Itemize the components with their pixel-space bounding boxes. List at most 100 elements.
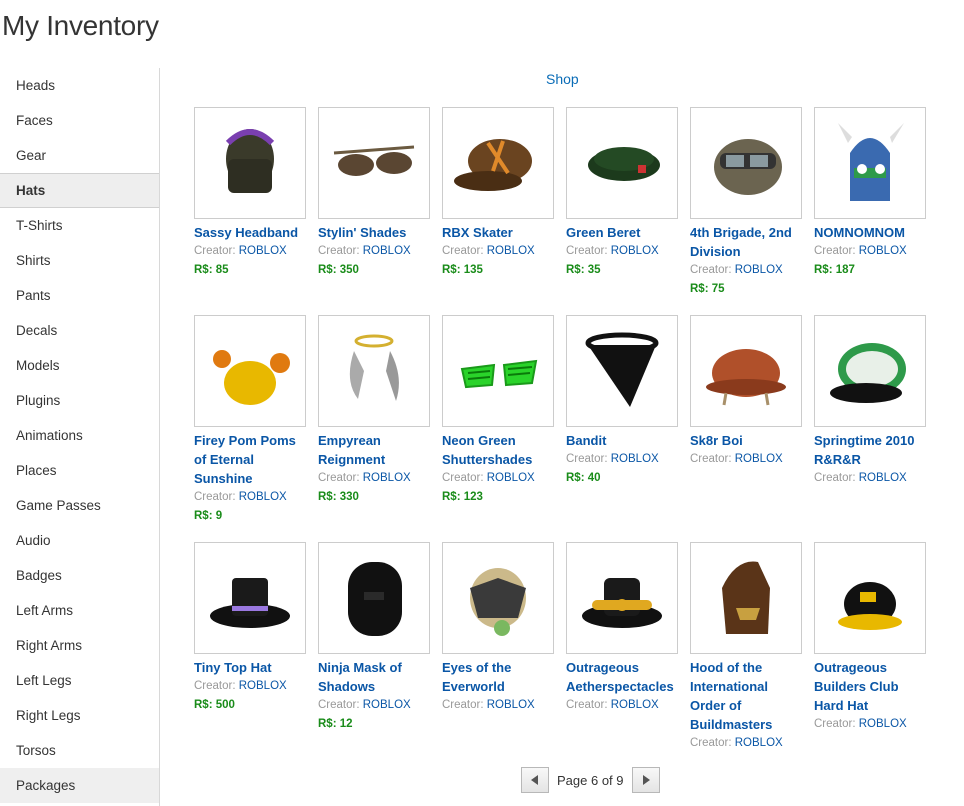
hard-hat-icon xyxy=(838,582,902,630)
sunglasses-icon xyxy=(333,145,415,176)
creator-label: Creator: xyxy=(566,699,608,711)
creator-link[interactable]: ROBLOX xyxy=(611,245,659,257)
inventory-item: Firey Pom Poms of Eternal Sunshine Creato… xyxy=(194,315,306,526)
item-name-link[interactable]: Bandit xyxy=(566,431,678,450)
sidebar-item-left-arms[interactable]: Left Arms xyxy=(0,593,159,628)
shop-link[interactable]: Shop xyxy=(546,71,579,87)
pagination: Page 6 of 9 xyxy=(521,766,660,794)
item-thumbnail[interactable] xyxy=(814,315,926,427)
creator-link[interactable]: ROBLOX xyxy=(239,245,287,257)
mech-helmet-icon xyxy=(470,568,526,636)
inventory-item: Eyes of the Everworld Creator: ROBLOX xyxy=(442,542,554,715)
item-name-link[interactable]: Stylin' Shades xyxy=(318,223,430,242)
item-thumbnail[interactable] xyxy=(194,542,306,654)
creator-label: Creator: xyxy=(318,472,360,484)
item-name-link[interactable]: Sk8r Boi xyxy=(690,431,802,450)
item-name-link[interactable]: Outrageous Builders Club Hard Hat xyxy=(814,658,926,715)
item-name-link[interactable]: Green Beret xyxy=(566,223,678,242)
item-thumbnail[interactable] xyxy=(566,542,678,654)
creator-link[interactable]: ROBLOX xyxy=(859,245,907,257)
sidebar-item-packages[interactable]: Packages xyxy=(0,768,159,803)
item-creator: Creator: ROBLOX xyxy=(194,677,306,696)
sidebar-item-decals[interactable]: Decals xyxy=(0,313,159,348)
item-thumbnail[interactable] xyxy=(194,107,306,219)
sidebar-item-hats[interactable]: Hats xyxy=(0,173,159,208)
sidebar-item-right-legs[interactable]: Right Legs xyxy=(0,698,159,733)
item-name-link[interactable]: Springtime 2010 R&R&R xyxy=(814,431,926,469)
creator-link[interactable]: ROBLOX xyxy=(859,718,907,730)
sidebar-item-t-shirts[interactable]: T-Shirts xyxy=(0,208,159,243)
item-price: R$: 500 xyxy=(194,699,235,711)
creator-link[interactable]: ROBLOX xyxy=(859,472,907,484)
item-name-link[interactable]: Ninja Mask of Shadows xyxy=(318,658,430,696)
sidebar-item-faces[interactable]: Faces xyxy=(0,103,159,138)
sidebar-item-torsos[interactable]: Torsos xyxy=(0,733,159,768)
item-thumbnail[interactable] xyxy=(318,315,430,427)
creator-link[interactable]: ROBLOX xyxy=(239,680,287,692)
sidebar-item-gear[interactable]: Gear xyxy=(0,138,159,173)
sidebar-item-badges[interactable]: Badges xyxy=(0,558,159,593)
item-name-link[interactable]: NOMNOMNOM xyxy=(814,223,926,242)
creator-link[interactable]: ROBLOX xyxy=(487,245,535,257)
item-thumbnail[interactable] xyxy=(318,542,430,654)
sidebar-item-plugins[interactable]: Plugins xyxy=(0,383,159,418)
item-price: R$: 135 xyxy=(442,264,483,276)
item-name-link[interactable]: Empyrean Reignment xyxy=(318,431,430,469)
inventory-item: Stylin' Shades Creator: ROBLOX R$: 350 xyxy=(318,107,430,280)
item-thumbnail[interactable] xyxy=(814,542,926,654)
creator-link[interactable]: ROBLOX xyxy=(611,453,659,465)
item-name-link[interactable]: Tiny Top Hat xyxy=(194,658,306,677)
item-thumbnail[interactable] xyxy=(566,107,678,219)
creator-link[interactable]: ROBLOX xyxy=(487,699,535,711)
item-thumbnail[interactable] xyxy=(442,315,554,427)
sidebar-item-right-arms[interactable]: Right Arms xyxy=(0,628,159,663)
sidebar-item-places[interactable]: Places xyxy=(0,453,159,488)
item-creator: Creator: ROBLOX xyxy=(814,715,926,734)
category-sidebar: Heads Faces Gear Hats T-Shirts Shirts Pants Dec… xyxy=(0,68,160,806)
previous-page-button[interactable] xyxy=(521,767,549,793)
next-page-button[interactable] xyxy=(631,767,660,793)
item-name-link[interactable]: Sassy Headband xyxy=(194,223,306,242)
sidebar-item-models[interactable]: Models xyxy=(0,348,159,383)
item-name-link[interactable]: RBX Skater xyxy=(442,223,554,242)
sidebar-item-animations[interactable]: Animations xyxy=(0,418,159,453)
item-thumbnail[interactable] xyxy=(814,107,926,219)
item-thumbnail[interactable] xyxy=(442,542,554,654)
sidebar-item-left-legs[interactable]: Left Legs xyxy=(0,663,159,698)
shutter-shades-icon xyxy=(460,359,538,389)
item-thumbnail[interactable] xyxy=(442,107,554,219)
item-thumbnail[interactable] xyxy=(194,315,306,427)
creator-link[interactable]: ROBLOX xyxy=(487,472,535,484)
creator-link[interactable]: ROBLOX xyxy=(735,453,783,465)
creator-link[interactable]: ROBLOX xyxy=(363,699,411,711)
item-name-link[interactable]: Firey Pom Poms of Eternal Sunshine xyxy=(194,431,306,488)
creator-label: Creator: xyxy=(690,264,732,276)
sidebar-item-heads[interactable]: Heads xyxy=(0,68,159,103)
item-thumbnail[interactable] xyxy=(566,315,678,427)
item-name-link[interactable]: Neon Green Shuttershades xyxy=(442,431,554,469)
creator-link[interactable]: ROBLOX xyxy=(363,245,411,257)
item-thumbnail[interactable] xyxy=(690,107,802,219)
item-name-link[interactable]: Hood of the International Order of Build… xyxy=(690,658,802,734)
item-thumbnail[interactable] xyxy=(318,107,430,219)
creator-link[interactable]: ROBLOX xyxy=(363,472,411,484)
creator-link[interactable]: ROBLOX xyxy=(239,491,287,503)
item-name-link[interactable]: Outrageous Aetherspectacles xyxy=(566,658,678,696)
sidebar-item-game-passes[interactable]: Game Passes xyxy=(0,488,159,523)
creator-link[interactable]: ROBLOX xyxy=(735,264,783,276)
sidebar-item-pants[interactable]: Pants xyxy=(0,278,159,313)
item-thumbnail[interactable] xyxy=(690,542,802,654)
sidebar-item-shirts[interactable]: Shirts xyxy=(0,243,159,278)
creator-link[interactable]: ROBLOX xyxy=(611,699,659,711)
item-name-link[interactable]: 4th Brigade, 2nd Division xyxy=(690,223,802,261)
item-thumbnail[interactable] xyxy=(690,315,802,427)
roblox-cap-icon xyxy=(830,343,906,403)
item-name-link[interactable]: Eyes of the Everworld xyxy=(442,658,554,696)
creator-label: Creator: xyxy=(194,680,236,692)
page-title: My Inventory xyxy=(2,10,159,41)
inventory-item: Hood of the International Order of Build… xyxy=(690,542,802,753)
item-price: R$: 330 xyxy=(318,491,359,503)
item-price: R$: 35 xyxy=(566,264,601,276)
creator-link[interactable]: ROBLOX xyxy=(735,737,783,749)
sidebar-item-audio[interactable]: Audio xyxy=(0,523,159,558)
